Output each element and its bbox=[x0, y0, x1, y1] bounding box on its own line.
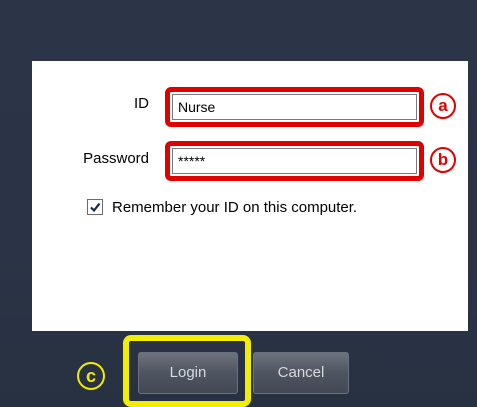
annotation-badge-c: c bbox=[77, 362, 105, 390]
dialog-titlebar[interactable] bbox=[0, 0, 477, 60]
remember-id-row[interactable]: Remember your ID on this computer. bbox=[87, 196, 357, 218]
password-label: Password bbox=[83, 150, 149, 167]
remember-id-label: Remember your ID on this computer. bbox=[112, 198, 358, 216]
checkmark-icon bbox=[90, 202, 101, 213]
cancel-button[interactable]: Cancel bbox=[253, 352, 349, 394]
annotation-badge-a: a bbox=[430, 93, 456, 119]
login-dialog: ID a Password b Remember your ID on this… bbox=[0, 0, 477, 407]
password-input[interactable] bbox=[172, 148, 417, 174]
login-form-panel: ID a Password b Remember your ID on this… bbox=[32, 61, 468, 331]
remember-id-checkbox[interactable] bbox=[87, 199, 103, 215]
login-button[interactable]: Login bbox=[138, 352, 238, 394]
id-input[interactable] bbox=[172, 94, 417, 120]
annotation-badge-b: b bbox=[430, 147, 456, 173]
id-label: ID bbox=[134, 95, 149, 112]
